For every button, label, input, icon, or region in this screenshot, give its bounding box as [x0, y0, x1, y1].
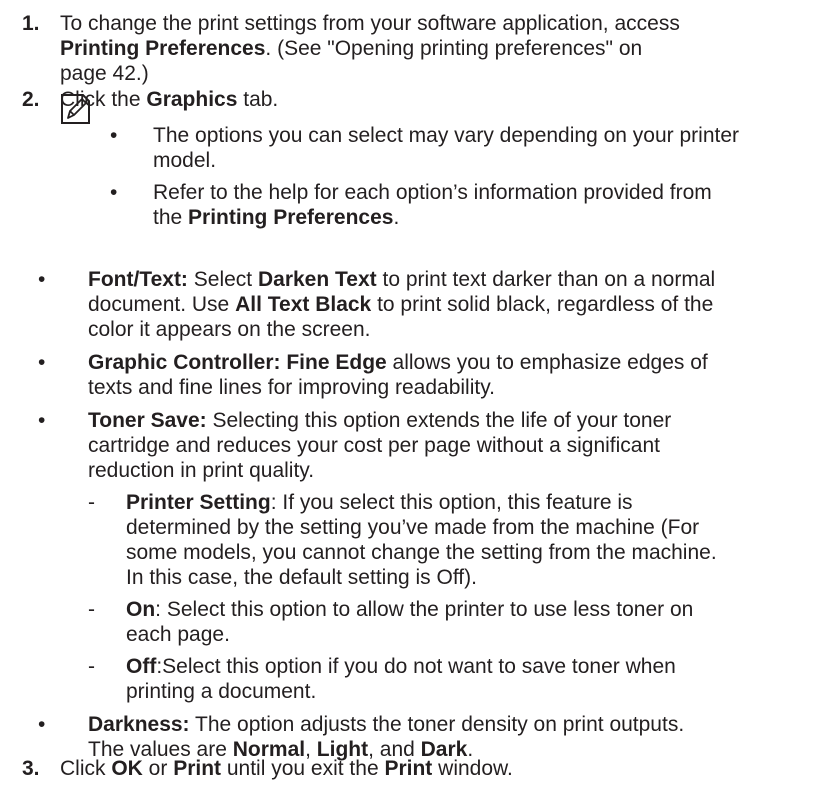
suboption-off: - Off:Select this option if you do not w… [88, 655, 676, 703]
step-number: 2. [22, 88, 40, 111]
bullet: • [38, 268, 46, 291]
bullet: • [38, 409, 46, 432]
option-graphic-controller: • Graphic Controller: Fine Edge allows y… [38, 351, 708, 399]
dash: - [88, 598, 95, 621]
step-1-line-2: Printing Preferences. (See "Opening prin… [60, 37, 643, 60]
step-1-line-3: page 42.) [60, 62, 149, 85]
step-2: 2. Click the Graphics tab. [22, 87, 822, 112]
step-number: 3. [22, 757, 40, 780]
note-pencil-icon [61, 94, 90, 124]
note-item: • The options you can select may vary de… [110, 124, 740, 172]
option-darkness: • Darkness: The option adjusts the toner… [38, 713, 685, 761]
suboption-on: - On: Select this option to allow the pr… [88, 598, 694, 646]
bullet: • [110, 181, 118, 204]
step-3: 3. Click OK or Print until you exit the … [22, 757, 513, 780]
step-2-text: Click the Graphics tab. [60, 88, 279, 111]
bullet: • [38, 351, 46, 374]
step-number: 1. [22, 12, 40, 35]
dash: - [88, 491, 95, 514]
step-1-line-1: To change the print settings from your s… [60, 12, 680, 35]
manual-page: 1. To change the print settings from you… [0, 0, 831, 790]
step-1: 1. To change the print settings from you… [22, 11, 822, 86]
printing-preferences-term: Printing Preferences [60, 37, 266, 60]
graphics-tab-term: Graphics [146, 88, 238, 111]
note-item: • Refer to the help for each option’s in… [110, 181, 712, 229]
option-font-text: • Font/Text: Select Darken Text to print… [38, 268, 716, 341]
options-list: • Font/Text: Select Darken Text to print… [38, 267, 828, 762]
dash: - [88, 655, 95, 678]
bullet: • [38, 713, 46, 736]
option-toner-save: • Toner Save: Selecting this option exte… [38, 408, 828, 704]
suboption-printer-setting: - Printer Setting: If you select this op… [88, 491, 717, 589]
bullet: • [110, 124, 118, 147]
note-list: • The options you can select may vary de… [110, 123, 820, 230]
